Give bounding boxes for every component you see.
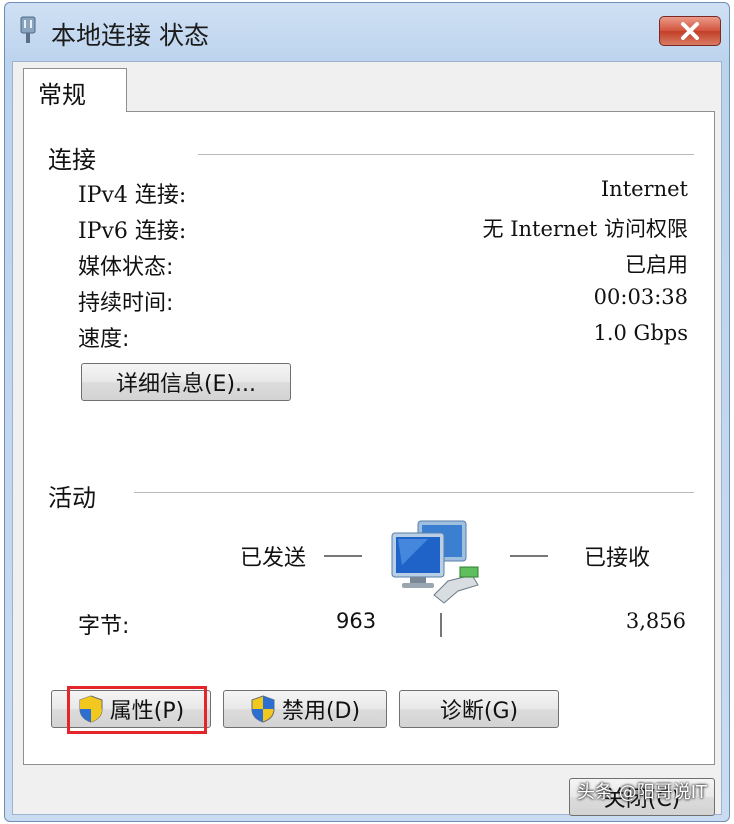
- received-dash: [510, 555, 548, 557]
- activity-separator: [440, 613, 442, 637]
- media-state-label: 媒体状态:: [78, 255, 174, 280]
- activity-divider: [134, 492, 694, 493]
- activity-heading: 活动: [48, 484, 96, 512]
- ipv6-value: 无 Internet 访问权限: [482, 217, 688, 241]
- tab-general-label: 常规: [38, 81, 86, 109]
- sent-dash: [324, 555, 362, 557]
- received-label: 已接收: [584, 546, 651, 571]
- details-button-label: 详细信息(E)...: [115, 372, 257, 397]
- connection-heading: 连接: [48, 146, 96, 174]
- diagnose-button-label: 诊断(G): [439, 699, 519, 724]
- ipv4-value: Internet: [600, 177, 688, 201]
- close-window-button[interactable]: [659, 16, 721, 46]
- speed-label: 速度:: [78, 327, 130, 352]
- sent-label: 已发送: [240, 546, 307, 571]
- watermark-text: 头条 @阳哥说IT: [576, 782, 707, 803]
- tab-panel: 连接 IPv4 连接: Internet IPv6 连接: 无 Internet…: [23, 111, 715, 765]
- network-adapter-icon: [20, 16, 36, 43]
- bytes-received-value: 3,856: [625, 609, 686, 633]
- bytes-sent-value: 963: [336, 609, 377, 633]
- disable-button[interactable]: 禁用(D): [223, 690, 387, 728]
- title-bar[interactable]: 本地连接 状态: [5, 3, 729, 59]
- close-icon: [681, 22, 699, 40]
- tab-general[interactable]: 常规: [23, 68, 127, 112]
- speed-value: 1.0 Gbps: [593, 321, 688, 345]
- diagnose-button[interactable]: 诊断(G): [399, 690, 559, 728]
- details-button[interactable]: 详细信息(E)...: [81, 363, 291, 401]
- ipv6-label: IPv6 连接:: [78, 219, 187, 244]
- properties-highlight-box: [67, 686, 207, 734]
- window-title: 本地连接 状态: [51, 21, 209, 50]
- duration-label: 持续时间:: [78, 291, 174, 316]
- connection-divider: [198, 154, 694, 155]
- media-state-value: 已启用: [625, 253, 688, 277]
- network-computers-icon: [391, 520, 479, 604]
- disable-button-label: 禁用(D): [281, 699, 361, 724]
- status-window: 本地连接 状态 常规 连接 IPv4 连接: Internet IPv6 连接:…: [4, 2, 730, 822]
- duration-value: 00:03:38: [593, 285, 688, 309]
- uac-shield-icon: [251, 695, 275, 723]
- bytes-label: 字节:: [78, 614, 130, 639]
- dialog-body: 常规 连接 IPv4 连接: Internet IPv6 连接: 无 Inter…: [12, 61, 722, 816]
- ipv4-label: IPv4 连接:: [78, 183, 187, 208]
